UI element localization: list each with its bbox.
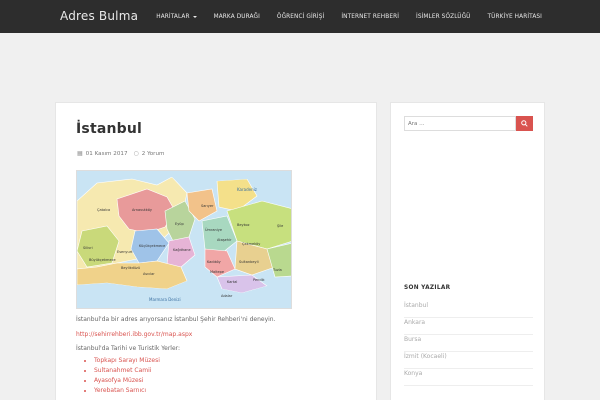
nav-item-marka-duragi[interactable]: MARKA DURAĞI xyxy=(214,14,260,20)
map-label: Çatalca xyxy=(97,208,110,212)
search-icon xyxy=(521,120,528,127)
list-item[interactable]: Topkapı Sarayı Müzesi xyxy=(94,356,160,366)
map-label: Sarıyer xyxy=(201,204,214,208)
recent-post-item[interactable]: İstanbul xyxy=(404,301,533,318)
post-meta: ▦ 01 Kasım 2017 ○ 2 Yorum xyxy=(77,150,164,157)
top-navbar: Adres Bulma HARİTALAR MARKA DURAĞI ÖĞREN… xyxy=(0,0,600,33)
map-label: Silivri xyxy=(83,246,93,250)
search-button[interactable] xyxy=(516,116,533,131)
caret-down-icon xyxy=(192,15,197,18)
list-item-label: Yerebatan Sarnıcı xyxy=(94,387,147,394)
map-label: Çekmeköy xyxy=(242,242,260,246)
map-label: Pendik xyxy=(253,278,266,282)
map-label: Büyükçekmece xyxy=(89,258,116,262)
site-brand[interactable]: Adres Bulma xyxy=(60,9,138,23)
map-label: Ataşehir xyxy=(217,238,232,242)
map-label: Eyüp xyxy=(175,222,185,226)
post-intro: İstanbul'da bir adres arıyorsanız İstanb… xyxy=(76,316,276,323)
map-label: Karadeniz xyxy=(237,187,257,192)
map-label: Kadıköy xyxy=(207,260,221,264)
nav-item-haritalar[interactable]: HARİTALAR xyxy=(156,13,197,20)
list-item[interactable]: Ayasofya Müzesi xyxy=(94,376,160,386)
map-label: Beylikdüzü xyxy=(121,266,140,270)
main-nav: HARİTALAR MARKA DURAĞI ÖĞRENCİ GİRİŞİ İN… xyxy=(156,0,542,33)
map-label: Avcılar xyxy=(143,272,155,276)
post-date[interactable]: 01 Kasım 2017 xyxy=(86,151,128,157)
map-label: Tuzla xyxy=(272,268,282,272)
list-item-label: Topkapı Sarayı Müzesi xyxy=(94,357,160,364)
map-label: Kartal xyxy=(227,280,237,284)
post-title[interactable]: İstanbul xyxy=(76,121,142,137)
search-form xyxy=(404,116,533,131)
places-heading: İstanbul'da Tarihi ve Turistik Yerler: xyxy=(76,345,181,352)
map-label: Sultanbeyli xyxy=(239,260,259,264)
recent-post-item[interactable]: Konya xyxy=(404,369,533,386)
list-item-label: Sultanahmet Camii xyxy=(94,367,152,374)
calendar-icon: ▦ xyxy=(77,150,83,157)
map-label: Şile xyxy=(277,224,283,228)
post-link[interactable]: http://sehirrehberi.ibb.gov.tr/map.aspx xyxy=(76,331,192,338)
search-input[interactable] xyxy=(404,116,516,131)
nav-item-ogrenci-girisi[interactable]: ÖĞRENCİ GİRİŞİ xyxy=(277,14,324,20)
recent-posts-title: SON YAZILAR xyxy=(404,285,451,291)
istanbul-map-image: Karadeniz Çatalca Arnavutköy Sarıyer Bey… xyxy=(76,170,292,309)
places-list: Topkapı Sarayı Müzesi Sultanahmet Camii … xyxy=(86,356,160,396)
nav-item-turkiye-haritasi[interactable]: TÜRKİYE HARİTASI xyxy=(488,14,542,20)
map-label: Ümraniye xyxy=(205,227,222,232)
list-item-label: Ayasofya Müzesi xyxy=(94,377,144,384)
post-comments[interactable]: 2 Yorum xyxy=(142,151,165,157)
recent-posts-list: İstanbul Ankara Bursa İzmit (Kocaeli) Ko… xyxy=(404,301,533,386)
nav-label: HARİTALAR xyxy=(156,13,190,20)
nav-item-internet-rehberi[interactable]: İNTERNET REHBERİ xyxy=(341,14,399,20)
recent-post-item[interactable]: İzmit (Kocaeli) xyxy=(404,352,533,369)
map-label: Kağıthane xyxy=(173,248,191,252)
map-label: Beykoz xyxy=(237,223,250,227)
nav-item-isimler-sozlugu[interactable]: İSİMLER SÖZLÜĞÜ xyxy=(416,14,471,20)
map-label: Adalar xyxy=(221,294,233,298)
map-label: Arnavutköy xyxy=(132,208,152,212)
list-item[interactable]: Yerebatan Sarnıcı xyxy=(94,386,160,396)
map-label: Esenyurt xyxy=(117,250,133,254)
map-label: Maltepe xyxy=(210,270,224,274)
comment-icon: ○ xyxy=(133,150,139,157)
map-label: Marmara Denizi xyxy=(149,297,181,302)
list-item[interactable]: Sultanahmet Camii xyxy=(94,366,160,376)
recent-post-item[interactable]: Bursa xyxy=(404,335,533,352)
sidebar: SON YAZILAR İstanbul Ankara Bursa İzmit … xyxy=(390,102,545,400)
map-label: Küçükçekmece xyxy=(139,244,165,248)
recent-post-item[interactable]: Ankara xyxy=(404,318,533,335)
post-card: İstanbul ▦ 01 Kasım 2017 ○ 2 Yorum Karad… xyxy=(55,102,377,400)
